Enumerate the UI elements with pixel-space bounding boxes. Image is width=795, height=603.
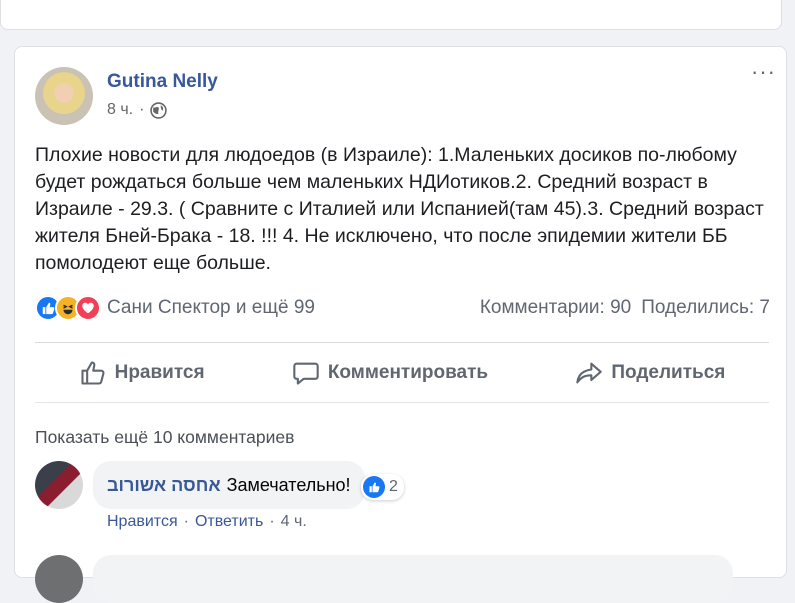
post-time[interactable]: 8 ч. xyxy=(107,101,133,119)
thumbs-up-icon xyxy=(81,361,105,385)
comment-like-button[interactable]: Нравится xyxy=(107,513,178,531)
globe-icon xyxy=(150,101,168,119)
comment-text: Замечательно! xyxy=(226,474,351,495)
show-more-comments-link[interactable]: Показать ещё 10 комментариев xyxy=(35,427,294,448)
shares-count[interactable]: Поделились: 7 xyxy=(641,297,770,319)
post-actions: Нравится Комментировать Поделиться xyxy=(35,345,769,401)
meta-separator: · xyxy=(183,513,189,530)
comment-button[interactable]: Комментировать xyxy=(292,359,488,387)
comment-bubble: אחסה אשורוב Замечательно! xyxy=(93,461,365,509)
share-button[interactable]: Поделиться xyxy=(575,359,725,387)
share-label: Поделиться xyxy=(611,362,726,383)
reaction-names[interactable]: Сани Спектор и ещё 99 xyxy=(107,297,315,319)
divider xyxy=(35,342,769,343)
more-options-icon[interactable]: ··· xyxy=(751,61,776,83)
post-text: Плохие новости для людоедов (в Израиле):… xyxy=(35,144,764,274)
next-comment-bubble xyxy=(93,555,733,603)
comment-reply-button[interactable]: Ответить xyxy=(195,513,263,531)
divider xyxy=(35,402,769,403)
comment-like-count: 2 xyxy=(389,478,398,495)
next-commenter-avatar[interactable] xyxy=(35,555,83,603)
reactions-summary[interactable]: Сани Спектор и ещё 99 xyxy=(35,295,315,321)
comment-reaction-badge[interactable]: 2 xyxy=(361,474,404,500)
previous-post-card xyxy=(0,0,782,30)
like-icon xyxy=(363,476,385,498)
post-author[interactable]: Gutina Nelly xyxy=(107,71,218,93)
post-card: Gutina Nelly 8 ч. · ··· Плохие новости д… xyxy=(14,46,787,603)
author-avatar[interactable] xyxy=(35,67,93,125)
meta-separator: · xyxy=(139,101,145,118)
like-button[interactable]: Нравится xyxy=(79,359,205,387)
meta-separator: · xyxy=(269,513,275,530)
comment-time[interactable]: 4 ч. xyxy=(281,513,307,531)
comment-meta: Нравится · Ответить · 4 ч. xyxy=(107,513,307,531)
comment-label: Комментировать xyxy=(327,362,489,383)
share-icon xyxy=(576,362,603,384)
commenter-avatar[interactable] xyxy=(35,461,83,509)
comment-icon xyxy=(293,362,319,385)
love-icon xyxy=(75,295,101,321)
post-counts: Комментарии: 90 Поделились: 7 xyxy=(480,297,770,319)
comments-count[interactable]: Комментарии: 90 xyxy=(480,297,631,319)
post-meta: 8 ч. · xyxy=(107,101,168,119)
like-label: Нравится xyxy=(114,362,205,383)
comment-author[interactable]: אחסה אשורוב xyxy=(107,475,221,496)
